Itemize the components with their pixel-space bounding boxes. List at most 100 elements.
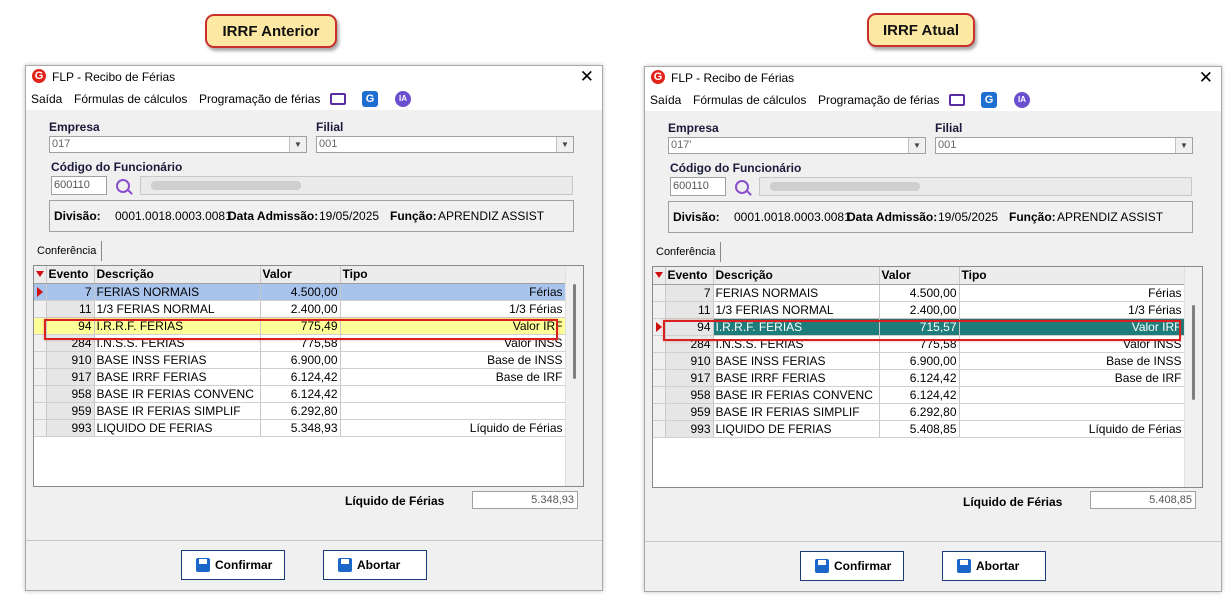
cell-evento: 11: [665, 301, 714, 319]
abort-button[interactable]: Abortar: [942, 551, 1046, 581]
g-icon[interactable]: G: [362, 91, 378, 107]
cell-tipo: [959, 386, 1185, 404]
table-row[interactable]: 7 FERIAS NORMAIS 4.500,00 Férias: [653, 284, 1185, 302]
filial-select[interactable]: 001 ▼: [935, 137, 1193, 154]
col-valor[interactable]: Valor: [879, 267, 960, 285]
empresa-value: 017: [52, 138, 71, 150]
cell-descricao: LIQUIDO DE FERIAS: [713, 420, 880, 438]
table-row[interactable]: 910 BASE INSS FERIAS 6.900,00 Base de INSS: [34, 351, 566, 369]
chevron-down-icon[interactable]: ▼: [556, 137, 573, 152]
app-logo-icon: G: [651, 70, 665, 84]
vertical-scrollbar[interactable]: [1184, 267, 1202, 487]
col-evento[interactable]: Evento: [46, 266, 95, 284]
codigo-input[interactable]: 600110: [51, 176, 107, 195]
table-row[interactable]: 993 LIQUIDO DE FERIAS 5.348,93 Líquido de F…: [34, 419, 566, 437]
table-row[interactable]: 958 BASE IR FERIAS CONVENC 6.124,42: [653, 386, 1185, 404]
confirm-label: Confirmar: [834, 559, 892, 573]
chevron-down-icon[interactable]: ▼: [289, 137, 306, 152]
menu-programacao[interactable]: Programação de férias: [818, 93, 939, 107]
cell-descricao: BASE IR FERIAS SIMPLIF: [94, 402, 261, 420]
chevron-down-icon[interactable]: ▼: [1175, 138, 1192, 153]
confirm-button[interactable]: Confirmar: [181, 550, 285, 580]
menu-programacao[interactable]: Programação de férias: [199, 92, 320, 106]
table-row[interactable]: 959 BASE IR FERIAS SIMPLIF 6.292,80: [34, 402, 566, 420]
cell-evento: 7: [46, 283, 95, 301]
monitor-icon[interactable]: [330, 93, 346, 105]
sort-indicator[interactable]: [653, 267, 666, 285]
menu-saida[interactable]: Saída: [650, 93, 681, 107]
employee-name-field: [759, 177, 1192, 196]
table-row[interactable]: 11 1/3 FERIAS NORMAL 2.400,00 1/3 Férias: [653, 301, 1185, 319]
menu-formulas[interactable]: Fórmulas de cálculos: [693, 93, 806, 107]
scroll-thumb[interactable]: [1192, 305, 1195, 400]
table-row[interactable]: 284 I.N.S.S. FERIAS 775,58 Valor INSS: [34, 334, 566, 352]
vertical-scrollbar[interactable]: [565, 266, 583, 486]
liquido-value: 5.408,85: [1090, 491, 1196, 509]
label-codigo: Código do Funcionário: [670, 161, 802, 175]
search-icon[interactable]: [116, 179, 130, 193]
cell-tipo: Base de IRF: [340, 368, 566, 386]
table-row-irrf[interactable]: 94 I.R.R.F. FERIAS 775,49 Valor IRF: [34, 317, 566, 335]
codigo-input[interactable]: 600110: [670, 177, 726, 196]
admissao-label: Data Admissão:: [847, 210, 938, 224]
col-evento[interactable]: Evento: [665, 267, 714, 285]
cell-tipo: Valor INSS: [959, 335, 1185, 353]
cell-descricao: BASE IR FERIAS CONVENC: [713, 386, 880, 404]
table-row[interactable]: 917 BASE IRRF FERIAS 6.124,42 Base de IRF: [653, 369, 1185, 387]
ia-icon[interactable]: IA: [395, 91, 411, 107]
divisao-value: 0001.0018.0003.0081: [734, 210, 851, 224]
table-row[interactable]: 7 FERIAS NORMAIS 4.500,00 Férias: [34, 283, 566, 301]
chevron-down-icon[interactable]: ▼: [908, 138, 925, 153]
menu-formulas[interactable]: Fórmulas de cálculos: [74, 92, 187, 106]
table-row[interactable]: 993 LIQUIDO DE FERIAS 5.408,85 Líquido de F…: [653, 420, 1185, 438]
table-row[interactable]: 11 1/3 FERIAS NORMAL 2.400,00 1/3 Férias: [34, 300, 566, 318]
table-row[interactable]: 958 BASE IR FERIAS CONVENC 6.124,42: [34, 385, 566, 403]
cell-valor: 6.292,80: [879, 403, 960, 421]
g-icon[interactable]: G: [981, 92, 997, 108]
col-tipo[interactable]: Tipo: [959, 267, 1185, 285]
table-row[interactable]: 917 BASE IRRF FERIAS 6.124,42 Base de IRF: [34, 368, 566, 386]
empresa-select[interactable]: 017' ▼: [668, 137, 926, 154]
label-filial: Filial: [935, 121, 963, 135]
divisao-label: Divisão:: [54, 209, 101, 223]
cell-tipo: [340, 385, 566, 403]
cell-tipo: [959, 403, 1185, 421]
divisao-value: 0001.0018.0003.0081: [115, 209, 232, 223]
cell-valor: 775,58: [879, 335, 960, 353]
monitor-icon[interactable]: [949, 94, 965, 106]
events-grid: Evento Descrição Valor Tipo 7 FERIAS NORM…: [652, 266, 1203, 488]
confirm-button[interactable]: Confirmar: [800, 551, 904, 581]
table-row[interactable]: 284 I.N.S.S. FERIAS 775,58 Valor INSS: [653, 335, 1185, 353]
cell-valor: 6.124,42: [879, 386, 960, 404]
col-valor[interactable]: Valor: [260, 266, 341, 284]
label-filial: Filial: [316, 120, 344, 134]
save-icon: [196, 558, 210, 572]
window-title: FLP - Recibo de Férias: [52, 70, 176, 84]
col-descricao[interactable]: Descrição: [94, 266, 261, 284]
button-bar: Confirmar Abortar: [26, 540, 602, 589]
search-icon[interactable]: [735, 180, 749, 194]
filial-select[interactable]: 001 ▼: [316, 136, 574, 153]
cell-tipo: Base de INSS: [959, 352, 1185, 370]
save-icon: [815, 559, 829, 573]
scroll-thumb[interactable]: [573, 284, 576, 379]
col-descricao[interactable]: Descrição: [713, 267, 880, 285]
col-tipo[interactable]: Tipo: [340, 266, 566, 284]
events-grid: Evento Descrição Valor Tipo 7 FERIAS NORM…: [33, 265, 584, 487]
close-icon[interactable]: ✕: [1199, 68, 1213, 88]
sort-indicator[interactable]: [34, 266, 47, 284]
tab-conferencia[interactable]: Conferência: [32, 241, 103, 261]
cell-evento: 910: [665, 352, 714, 370]
table-row[interactable]: 910 BASE INSS FERIAS 6.900,00 Base de INSS: [653, 352, 1185, 370]
menu-saida[interactable]: Saída: [31, 92, 62, 106]
close-icon[interactable]: ✕: [580, 67, 594, 87]
abort-button[interactable]: Abortar: [323, 550, 427, 580]
table-row-irrf[interactable]: 94 I.R.R.F. FERIAS 715,57 Valor IRF: [653, 318, 1185, 336]
tab-conferencia[interactable]: Conferência: [651, 242, 722, 262]
table-row[interactable]: 959 BASE IR FERIAS SIMPLIF 6.292,80: [653, 403, 1185, 421]
cell-valor: 6.124,42: [879, 369, 960, 387]
cell-descricao: 1/3 FERIAS NORMAL: [94, 300, 261, 318]
empresa-select[interactable]: 017 ▼: [49, 136, 307, 153]
confirm-label: Confirmar: [215, 558, 273, 572]
ia-icon[interactable]: IA: [1014, 92, 1030, 108]
